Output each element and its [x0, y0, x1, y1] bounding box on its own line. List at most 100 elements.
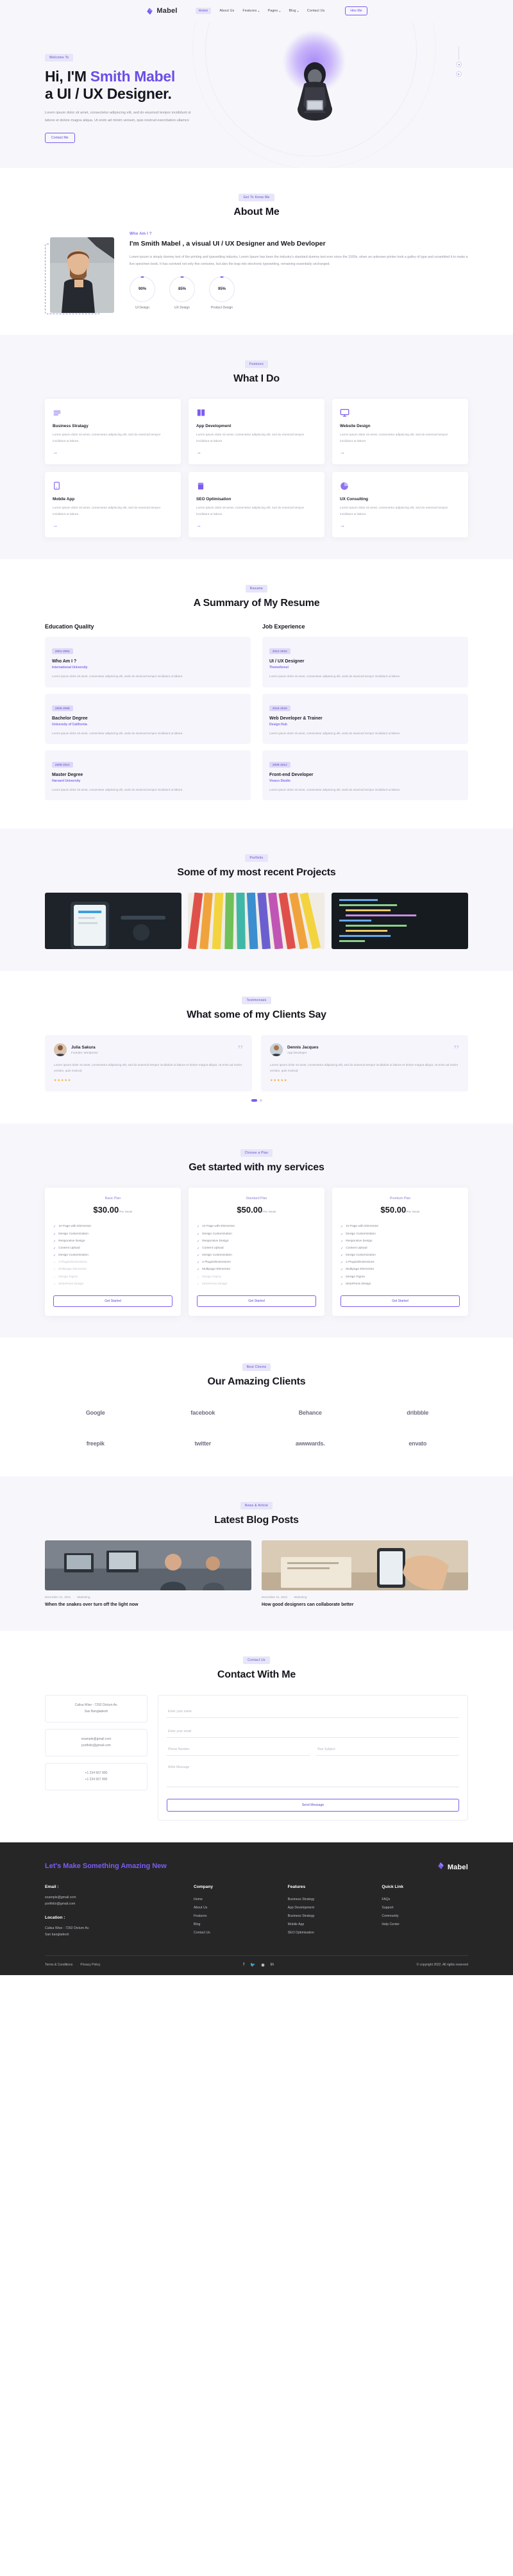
skill-label: UI Design — [135, 306, 149, 310]
project-thumbnail-1[interactable] — [45, 892, 182, 949]
nav-item-about-us[interactable]: About Us — [219, 9, 234, 13]
footer-privacy-link[interactable]: Privacy Policy — [80, 1963, 100, 1967]
footer-link-business-strategy[interactable]: Business Strategy — [288, 1895, 374, 1903]
hero-prev-button[interactable]: ◂ — [456, 62, 462, 67]
footer-link-faqs[interactable]: FAQs — [382, 1895, 468, 1903]
footer-link-contact-us[interactable]: Contact Us — [194, 1928, 280, 1937]
plan-price: $30.00/Per Week — [53, 1205, 172, 1215]
avatar — [54, 1043, 67, 1056]
contact-subject-input[interactable] — [315, 1744, 459, 1756]
pagination-dot[interactable] — [259, 1099, 262, 1102]
nav-item-features[interactable]: Features ▾ — [242, 9, 259, 13]
services-grid-row-1: Business Stratagy Lorem ipsum dolor sit … — [45, 399, 468, 465]
arrow-right-icon[interactable]: → — [196, 450, 317, 455]
blog-post-date: December 21, 2021 — [45, 1595, 71, 1599]
service-card-ux-consulting[interactable]: UX Consulting Lorem ipsum dolor sit amet… — [332, 472, 468, 538]
footer-quicklink-column: Quick Link FAQs Support Community Help C… — [382, 1885, 468, 1939]
service-card-website-design[interactable]: Website Design Lorem ipsum dolor sit ame… — [332, 399, 468, 465]
arrow-right-icon[interactable]: → — [53, 450, 173, 455]
instagram-icon[interactable]: ◉ — [261, 1962, 265, 1967]
facebook-icon[interactable]: f — [243, 1962, 244, 1967]
blog-section: News & Article Latest Blog Posts Decembe… — [0, 1476, 513, 1631]
pagination-dot-active[interactable] — [251, 1099, 257, 1102]
check-icon: ✓ — [53, 1282, 56, 1286]
contact-message-textarea[interactable] — [167, 1762, 459, 1788]
plan-get-started-button[interactable]: Get Started — [341, 1295, 460, 1308]
footer-link-community[interactable]: Community — [382, 1912, 468, 1920]
skill-value: 85% — [178, 287, 186, 292]
hero-contact-me-button[interactable]: Contact Me — [45, 132, 75, 143]
footer-location-1: Calisa Wise - 7292 Dictum Av. — [45, 1926, 90, 1931]
service-card-seo-optimisation[interactable]: SEO Optimisation Lorem ipsum dolor sit a… — [189, 472, 324, 538]
footer-link-business-strategy-2[interactable]: Business Strategy — [288, 1912, 374, 1920]
blog-post-title[interactable]: How good designers can collaborate bette… — [262, 1602, 468, 1609]
footer-link-features[interactable]: Features — [194, 1912, 280, 1920]
footer-link-blog[interactable]: Blog — [194, 1920, 280, 1928]
plan-feature: ✓ 10 Page with Elementor — [53, 1224, 172, 1231]
skill-value: 90% — [138, 287, 146, 292]
arrow-right-icon[interactable]: → — [340, 450, 460, 455]
blog-post-card[interactable]: December 21, 2021 Marketing When the sna… — [45, 1540, 251, 1609]
footer-link-mobile-app[interactable]: Mobile App — [288, 1920, 374, 1928]
contact-info-column: Calisa Wise - 7292 Dictum Av. San Bangla… — [45, 1695, 147, 1821]
hire-me-button[interactable]: Hire Me — [345, 6, 367, 15]
nav-item-blog[interactable]: Blog ▾ — [289, 9, 298, 13]
plan-price-period: /Per Week — [119, 1209, 133, 1213]
job-card: 2009-2012 Front-end Developer Vivaco Stu… — [262, 750, 468, 800]
resume-title: A Summary of My Resume — [193, 598, 320, 609]
footer-cta-text: Let's Make Something Amazing New — [45, 1862, 167, 1871]
diamond-logo-icon — [146, 7, 154, 15]
service-desc: Lorem ipsum dolor sit amet, consectetur … — [196, 434, 305, 443]
footer-link-help-center[interactable]: Help Center — [382, 1920, 468, 1928]
plan-price-value: $30.00 — [93, 1204, 119, 1215]
service-desc: Lorem ipsum dolor sit amet, consectetur … — [53, 507, 161, 516]
hero-badge: Welcome To — [45, 54, 74, 62]
education-org: Harvard University — [52, 779, 81, 783]
skill-product-design: 95% Product Design — [209, 276, 235, 310]
footer-link-about-us[interactable]: About Us — [194, 1903, 280, 1912]
linkedin-icon[interactable]: in — [271, 1962, 274, 1967]
send-message-button[interactable]: Send Message — [167, 1799, 459, 1812]
service-title: SEO Optimisation — [196, 497, 231, 502]
project-thumbnail-3[interactable] — [331, 892, 468, 949]
footer-link-home[interactable]: Home — [194, 1895, 280, 1903]
arrow-right-icon[interactable]: → — [196, 523, 317, 528]
client-logo-dribbble: dribbble — [407, 1410, 429, 1417]
check-icon: ✓ — [341, 1282, 344, 1286]
blog-post-title[interactable]: When the snakes over turn off the light … — [45, 1602, 251, 1609]
arrow-right-icon[interactable]: → — [340, 523, 460, 528]
projects-badge: Portfolio — [245, 854, 268, 862]
contact-section: Contact Us Contact With Me Calisa Wise -… — [0, 1631, 513, 1842]
service-card-app-development[interactable]: App Development Lorem ipsum dolor sit am… — [189, 399, 324, 465]
pricing-section: Choose a Plan Get started with my servic… — [0, 1123, 513, 1338]
service-title: Website Design — [340, 424, 371, 428]
plan-get-started-button[interactable]: Get Started — [197, 1295, 316, 1308]
nav-item-pages[interactable]: Pages ▾ — [268, 9, 281, 13]
contact-email-input[interactable] — [167, 1726, 459, 1738]
plan-feature-label: Design Customization — [346, 1232, 376, 1236]
project-thumbnail-2[interactable] — [188, 892, 325, 949]
check-icon: ✓ — [197, 1261, 200, 1265]
footer-link-support[interactable]: Support — [382, 1903, 468, 1912]
service-card-business-stratagy[interactable]: Business Stratagy Lorem ipsum dolor sit … — [45, 399, 181, 465]
nav-item-home[interactable]: Home — [195, 8, 212, 14]
plan-get-started-button[interactable]: Get Started — [53, 1295, 172, 1308]
footer-terms-link[interactable]: Terms & Conditions — [45, 1963, 72, 1967]
twitter-icon[interactable]: 🐦 — [250, 1962, 255, 1967]
nav-item-contact-us[interactable]: Contact Us — [307, 9, 325, 13]
check-icon: ✓ — [53, 1275, 56, 1279]
footer-link-seo-optimisation[interactable]: SEO Optimisation — [288, 1928, 374, 1937]
footer-brand[interactable]: Mabel — [437, 1862, 468, 1873]
arrow-right-icon[interactable]: → — [53, 523, 173, 528]
contact-name-input[interactable] — [167, 1706, 459, 1719]
rating-stars: ★★★★★ — [270, 1078, 288, 1082]
service-card-mobile-app[interactable]: Mobile App Lorem ipsum dolor sit amet, c… — [45, 472, 181, 538]
education-title: Master Degree — [52, 772, 83, 777]
footer-link-app-development[interactable]: App Development — [288, 1903, 374, 1912]
job-desc: Lorem ipsum dolor sit amet, consectetur … — [269, 787, 401, 791]
hero-next-button[interactable]: ▸ — [456, 71, 462, 77]
contact-phone-input[interactable] — [167, 1744, 310, 1756]
brand-logo[interactable]: Mabel — [146, 7, 177, 15]
blog-post-card[interactable]: December 21, 2021 Marketing How good des… — [262, 1540, 468, 1609]
hero-copy: Welcome To Hi, I'M Smith Mabel a UI / UX… — [45, 33, 256, 143]
